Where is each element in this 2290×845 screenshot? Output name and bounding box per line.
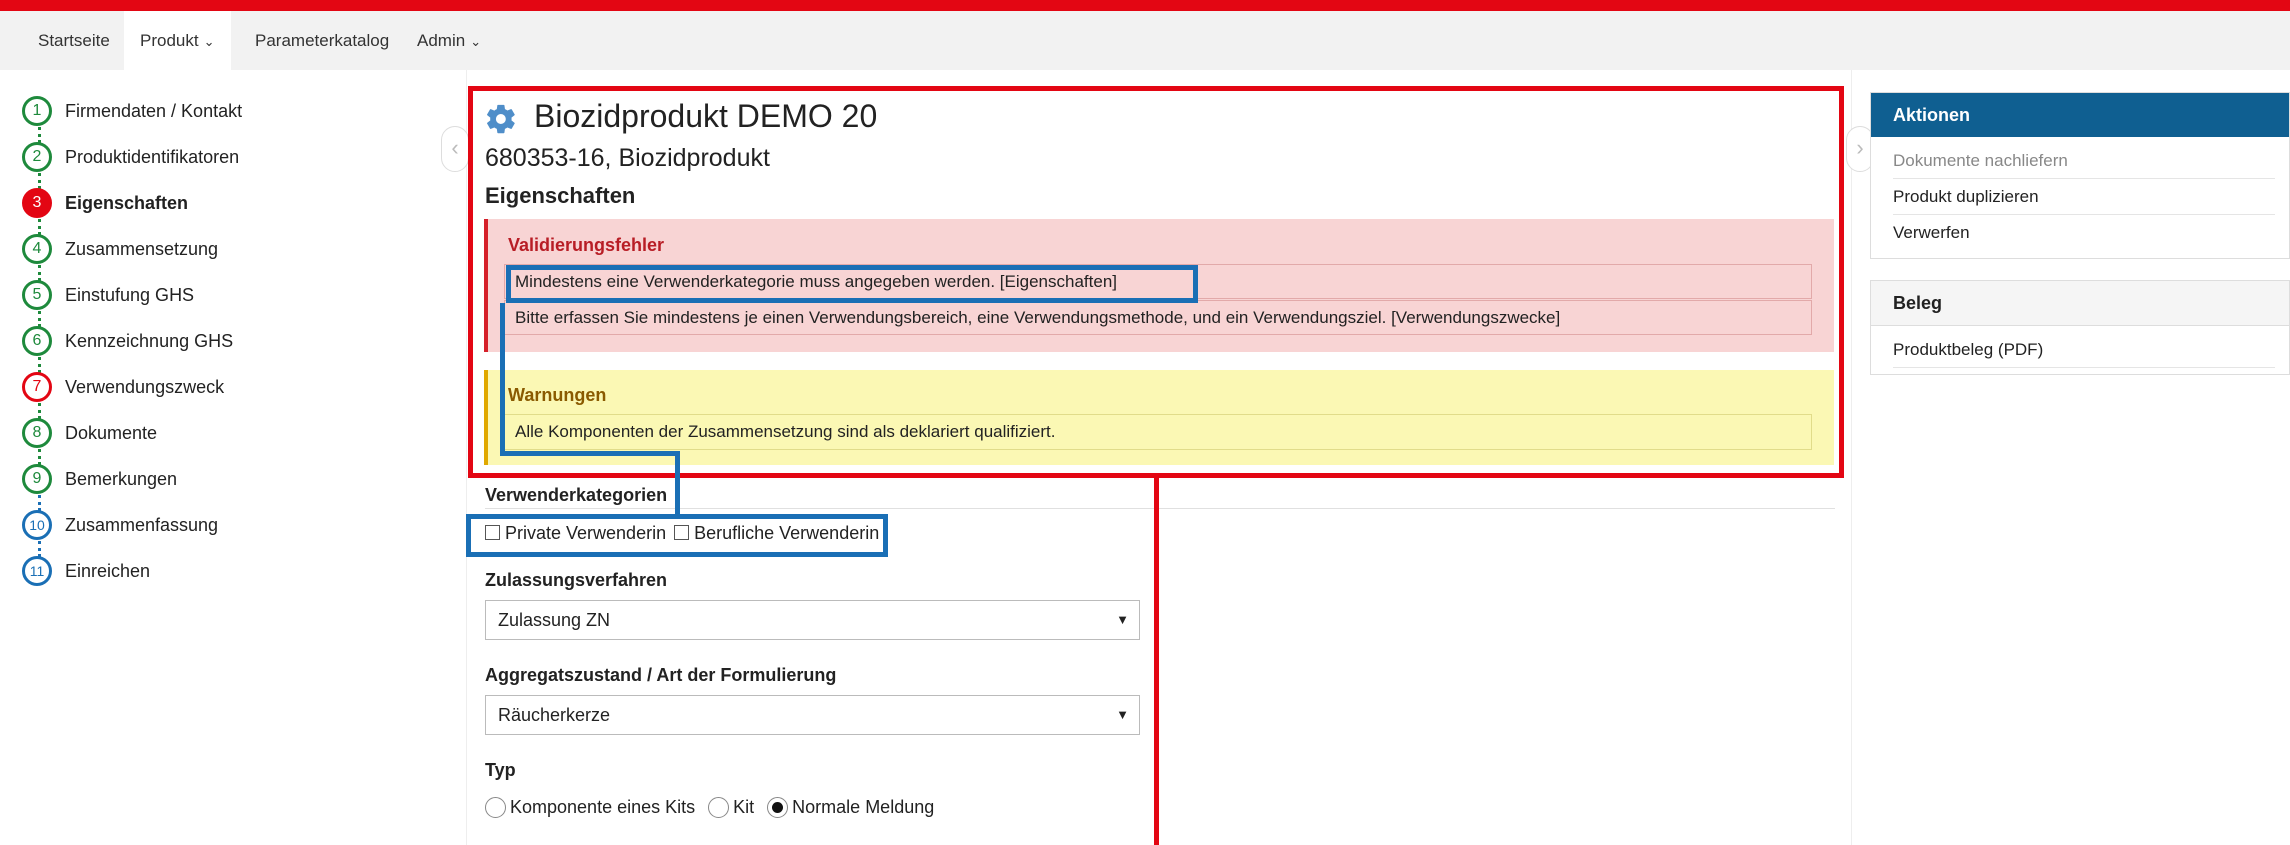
radio-kit[interactable]: Kit [708,797,755,818]
step-number: 7 [22,372,52,402]
step-number: 4 [22,234,52,264]
chevron-down-icon: ⌄ [203,34,215,49]
aktionen-list: Dokumente nachliefern Produkt dupliziere… [1871,137,2289,258]
step-label: Firmendaten / Kontakt [65,101,243,121]
radio-label: Normale Meldung [792,797,935,817]
annotation-blue-box [506,265,1198,303]
radio-label: Kit [733,797,755,817]
step-label: Produktidentifikatoren [65,147,240,167]
beleg-list: Produktbeleg (PDF) [1871,326,2289,374]
step-connector [38,495,44,511]
top-accent-bar [0,0,2290,11]
step-connector [38,449,44,465]
step-connector [38,357,44,373]
aggregatszustand-select[interactable]: Räucherkerze ▼ [485,695,1140,735]
step-number: 8 [22,418,52,448]
radio-normale-meldung[interactable]: Normale Meldung [767,797,935,818]
radio-label: Komponente eines Kits [510,797,696,817]
annotation-blue-connector [675,451,680,516]
action-dokumente-nachliefern[interactable]: Dokumente nachliefern [1893,143,2275,179]
step-connector [38,127,44,143]
zulassungsverfahren-label: Zulassungsverfahren [485,570,668,590]
step-label: Kennzeichnung GHS [65,331,234,351]
typ-label: Typ [485,760,516,780]
radio-selected-icon [767,797,789,818]
beleg-heading: Beleg [1871,281,2289,326]
aktionen-heading: Aktionen [1871,93,2289,137]
aktionen-panel: Aktionen Dokumente nachliefern Produkt d… [1870,92,2290,259]
radio-komponente-eines-kits[interactable]: Komponente eines Kits [485,797,696,818]
nav-admin-label: Admin [417,31,466,50]
radio-icon [485,797,506,818]
caret-down-icon: ▼ [1116,612,1129,627]
step-number: 3 [22,188,52,218]
step-label: Bemerkungen [65,469,178,489]
chevron-down-icon: ⌄ [470,34,482,49]
step-connector [38,265,44,281]
radio-icon [708,797,730,818]
annotation-blue-connector [500,451,680,456]
nav-startseite-label: Startseite [38,31,110,50]
step-label: Einreichen [65,561,151,581]
step-connector [38,541,44,557]
step-number: 10 [22,510,52,540]
step-label: Verwendungszweck [65,377,225,397]
action-produkt-duplizieren[interactable]: Produkt duplizieren [1893,179,2275,215]
step-number: 6 [22,326,52,356]
step-label: Eigenschaften [65,193,189,213]
nav-admin[interactable]: Admin ⌄ [404,11,494,70]
select-value: Räucherkerze [498,705,611,725]
link-produktbeleg-pdf[interactable]: Produktbeleg (PDF) [1893,332,2275,368]
verwenderkategorien-label: Verwenderkategorien [485,485,668,505]
action-verwerfen[interactable]: Verwerfen [1893,215,2275,250]
step-number: 5 [22,280,52,310]
zulassungsverfahren-select[interactable]: Zulassung ZN ▼ [485,600,1140,640]
aggregatszustand-label: Aggregatszustand / Art der Formulierung [485,665,837,685]
annotation-blue-connector [500,303,505,456]
nav-parameterkatalog[interactable]: Parameterkatalog [240,11,404,70]
nav-produkt-label: Produkt [140,31,199,50]
step-connector [38,403,44,419]
step-label: Zusammenfassung [65,515,219,535]
step-connector [38,173,44,189]
typ-radio-group: Komponente eines Kits Kit Normale Meldun… [485,797,934,818]
step-label: Zusammensetzung [65,239,219,259]
select-value: Zulassung ZN [498,610,611,630]
step-label: Dokumente [65,423,158,443]
annotation-red-connector [1154,478,1159,845]
beleg-panel: Beleg Produktbeleg (PDF) [1870,280,2290,375]
nav-startseite[interactable]: Startseite [22,11,126,70]
step-label: Einstufung GHS [65,285,195,305]
step-connector [38,311,44,327]
step-number: 9 [22,464,52,494]
caret-down-icon: ▼ [1116,707,1129,722]
annotation-blue-box [466,514,888,557]
divider [485,508,1835,509]
step-number: 2 [22,142,52,172]
step-number: 11 [22,556,52,586]
chevron-right-icon: › [1856,135,1864,160]
step-number: 1 [22,96,52,126]
pager-prev-button[interactable]: ‹ [441,126,469,172]
step-connector [38,219,44,235]
chevron-left-icon: ‹ [451,135,459,160]
nav-parameterkatalog-label: Parameterkatalog [255,31,390,50]
nav-produkt[interactable]: Produkt ⌄ [124,11,231,70]
